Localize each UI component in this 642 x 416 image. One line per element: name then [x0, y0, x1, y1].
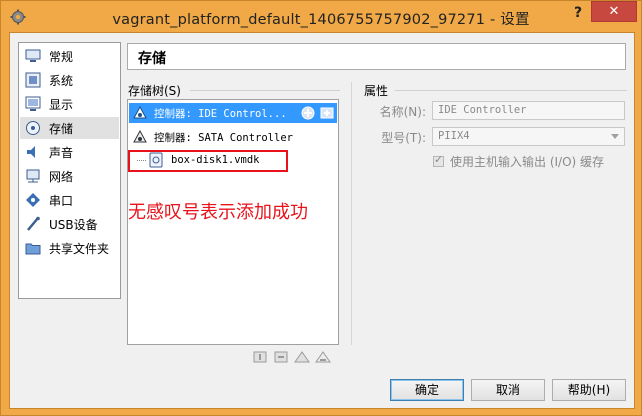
host-cache-option[interactable]: 使用主机输入输出 (I/O) 缓存 — [433, 153, 604, 170]
sidebar-item-label: 共享文件夹 — [49, 241, 110, 256]
title-bar[interactable]: vagrant_platform_default_1406755757902_9… — [1, 1, 641, 33]
sidebar-item-label: 网络 — [49, 169, 74, 184]
remove-attachment-icon[interactable] — [315, 349, 331, 365]
cancel-button[interactable]: 取消 — [471, 379, 545, 401]
settings-sidebar: 常规 系统 显示 存储 声音 网络 串口 USB设备 共享文件夹 — [18, 42, 121, 299]
sidebar-item-label: 显示 — [49, 97, 74, 112]
network-icon — [24, 167, 42, 185]
sidebar-item-general[interactable]: 常规 — [20, 45, 119, 67]
type-select-value: PIIX4 — [438, 130, 470, 142]
sidebar-item-label: USB设备 — [49, 217, 98, 232]
sidebar-item-label: 系统 — [49, 73, 74, 88]
add-attachment-icon[interactable] — [294, 349, 310, 365]
storage-icon — [24, 119, 42, 137]
tree-item-sata-controller[interactable]: 控制器: SATA Controller — [129, 127, 337, 147]
remove-controller-icon[interactable] — [273, 349, 289, 365]
close-button[interactable]: ✕ — [591, 1, 637, 22]
vertical-divider — [351, 82, 352, 345]
sidebar-item-label: 常规 — [49, 49, 74, 64]
storage-tree-label: 存储树(S) — [128, 84, 181, 98]
page-title: 存储 — [138, 51, 166, 67]
annotation-text: 无感叹号表示添加成功 — [128, 202, 308, 223]
page-header: 存储 — [127, 43, 626, 70]
serial-port-icon — [24, 191, 42, 209]
sidebar-item-display[interactable]: 显示 — [20, 93, 119, 115]
display-icon — [24, 95, 42, 113]
name-label: 名称(N): — [379, 105, 426, 119]
add-controller-icon[interactable] — [252, 349, 268, 365]
name-field[interactable]: IDE Controller — [432, 101, 625, 120]
usb-icon — [24, 215, 42, 233]
storage-tree-divider — [190, 90, 340, 91]
window-title: vagrant_platform_default_1406755757902_9… — [112, 12, 530, 28]
add-hard-disk-icon[interactable] — [320, 106, 334, 120]
sidebar-item-usb[interactable]: USB设备 — [20, 213, 119, 235]
system-icon — [24, 71, 42, 89]
type-select[interactable]: PIIX4 — [432, 127, 625, 146]
settings-window: vagrant_platform_default_1406755757902_9… — [0, 0, 642, 416]
tree-item-label: 控制器: IDE Control... — [154, 107, 287, 120]
sidebar-item-network[interactable]: 网络 — [20, 165, 119, 187]
ide-controller-icon — [133, 105, 147, 119]
sidebar-item-label: 存储 — [49, 121, 74, 136]
help-button[interactable]: 帮助(H) — [552, 379, 626, 401]
type-label: 型号(T): — [381, 131, 426, 145]
chevron-down-icon — [611, 134, 619, 139]
dialog-body: 常规 系统 显示 存储 声音 网络 串口 USB设备 共享文件夹 存储 存储树(… — [9, 32, 635, 409]
sidebar-item-serial-port[interactable]: 串口 — [20, 189, 119, 211]
sidebar-item-audio[interactable]: 声音 — [20, 141, 119, 163]
shared-folder-icon — [24, 239, 42, 257]
general-icon — [24, 47, 42, 65]
tree-item-ide-controller[interactable]: 控制器: IDE Control... — [129, 103, 337, 123]
sidebar-item-label: 串口 — [49, 193, 74, 208]
audio-icon — [24, 143, 42, 161]
annotation-highlight-box — [128, 150, 288, 172]
sidebar-item-label: 声音 — [49, 145, 74, 160]
tree-item-label: 控制器: SATA Controller — [154, 131, 293, 144]
sata-controller-icon — [133, 129, 147, 143]
attributes-label: 属性 — [364, 84, 389, 98]
ok-button[interactable]: 确定 — [390, 379, 464, 401]
sidebar-item-system[interactable]: 系统 — [20, 69, 119, 91]
host-cache-checkbox[interactable] — [433, 153, 444, 167]
sidebar-item-shared-folders[interactable]: 共享文件夹 — [20, 237, 119, 259]
host-cache-label: 使用主机输入输出 (I/O) 缓存 — [450, 155, 605, 169]
sidebar-item-storage[interactable]: 存储 — [20, 117, 119, 139]
tree-actions-toolbar — [252, 349, 331, 365]
attributes-divider — [395, 90, 627, 91]
help-title-button[interactable]: ? — [567, 3, 589, 23]
add-optical-drive-icon[interactable] — [301, 106, 315, 120]
